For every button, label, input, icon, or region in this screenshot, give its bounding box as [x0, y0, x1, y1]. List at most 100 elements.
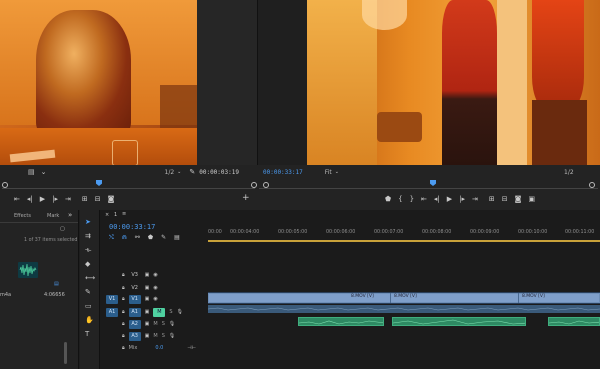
settings-wrench-icon[interactable]: ✎ — [189, 168, 195, 176]
menu-icon[interactable]: ▤ — [28, 168, 35, 176]
track-label-v2[interactable]: V2 — [129, 284, 141, 293]
sequence-menu-icon[interactable]: ≡ — [122, 211, 126, 217]
lock-icon[interactable]: 🔒︎ — [122, 345, 125, 351]
add-button-icon[interactable]: + — [242, 193, 250, 203]
sequence-icon[interactable]: ▤ — [54, 281, 59, 287]
camera-icon[interactable]: ◙ — [108, 195, 115, 203]
source-zoom[interactable]: 1/2 — [165, 169, 175, 176]
go-to-in-icon[interactable]: ⇤ — [14, 195, 20, 203]
project-scrollbar[interactable] — [64, 342, 67, 364]
nest-icon[interactable]: ⤭ — [109, 234, 114, 242]
camera-icon[interactable]: ◙ — [515, 195, 522, 203]
new-bin-icon[interactable]: ▢ — [60, 226, 65, 232]
ripple-edit-icon[interactable]: ⟛ — [85, 246, 91, 255]
compare-icon[interactable]: ▣ — [528, 195, 535, 203]
solo-button[interactable]: S — [162, 321, 165, 327]
eye-icon[interactable]: ◉ — [153, 296, 157, 302]
lock-icon[interactable]: 🔒︎ — [122, 272, 125, 278]
chevron-down-icon[interactable]: ⌄ — [177, 169, 181, 175]
type-tool-icon[interactable]: T — [85, 330, 89, 338]
microphone-icon[interactable]: 🎙︎ — [169, 321, 175, 327]
selection-tool-icon[interactable]: ➤ — [85, 218, 91, 226]
audio-clip[interactable] — [392, 317, 526, 326]
microphone-icon[interactable]: 🎙︎ — [169, 333, 175, 339]
eye-icon[interactable]: ◉ — [153, 272, 157, 278]
program-playhead-icon[interactable] — [430, 180, 436, 186]
step-back-icon[interactable]: ◂| — [434, 195, 440, 203]
sync-lock-icon[interactable]: ▣ — [145, 333, 150, 339]
track-label-a1[interactable]: A1 — [128, 307, 141, 317]
program-scrub-handle-right[interactable] — [589, 182, 595, 188]
mute-button[interactable]: M — [153, 307, 166, 317]
audio-clip[interactable] — [548, 317, 600, 326]
lift-icon[interactable]: ⊞ — [489, 195, 495, 203]
audio-clip-a1[interactable] — [208, 305, 600, 313]
captions-icon[interactable]: ▤ — [174, 234, 180, 242]
mark-in-icon[interactable]: { — [398, 195, 402, 203]
sync-lock-icon[interactable]: ▣ — [145, 285, 150, 291]
program-scrub-handle-left[interactable] — [263, 182, 269, 188]
video-clip[interactable]: 8.MOV [V] — [518, 293, 600, 303]
microphone-icon[interactable]: 🎙︎ — [177, 309, 183, 315]
expand-panels-icon[interactable]: » — [68, 211, 72, 219]
linked-selection-icon[interactable]: ⚯ — [135, 234, 140, 242]
solo-button[interactable]: S — [162, 333, 165, 339]
lock-icon[interactable]: 🔒︎ — [122, 333, 125, 339]
video-clip[interactable]: 8.MOV [V] — [348, 293, 390, 303]
marker-icon[interactable]: ⬟ — [385, 195, 391, 203]
track-label-a2[interactable]: A2 — [128, 319, 141, 329]
timeline-timecode[interactable]: 00:00:33:17 — [109, 223, 155, 231]
sequence-tab[interactable]: 1 — [114, 212, 117, 218]
hand-tool-icon[interactable]: ✋ — [85, 316, 94, 324]
go-to-in-icon[interactable]: ⇤ — [421, 195, 427, 203]
source-scrub-handle-left[interactable] — [2, 182, 8, 188]
mute-button[interactable]: M — [153, 321, 157, 327]
program-timecode[interactable]: 00:00:33:17 — [263, 169, 303, 176]
step-forward-icon[interactable]: |▸ — [52, 195, 58, 203]
go-to-out-icon[interactable]: ⇥ — [65, 195, 71, 203]
step-back-icon[interactable]: ◂| — [27, 195, 33, 203]
source-scrubber[interactable] — [2, 179, 257, 189]
snap-icon[interactable]: ⋒ — [122, 234, 127, 242]
insert-icon[interactable]: ⊞ — [82, 195, 88, 203]
chevron-down-icon[interactable]: ⌄ — [335, 169, 339, 175]
eye-icon[interactable]: ◉ — [153, 285, 157, 291]
source-patch-v1[interactable]: V1 — [106, 294, 118, 304]
program-fit[interactable]: Fit — [325, 169, 332, 176]
slip-tool-icon[interactable]: ⟷ — [85, 274, 95, 282]
lock-icon[interactable]: 🔒︎ — [122, 321, 125, 327]
razor-tool-icon[interactable]: ◆ — [85, 260, 90, 268]
sync-lock-icon[interactable]: ▣ — [145, 296, 150, 302]
mute-button[interactable]: M — [153, 333, 157, 339]
video-clip[interactable]: 8.MOV [V] — [390, 293, 516, 303]
track-label-a3[interactable]: A3 — [128, 331, 141, 341]
sync-lock-icon[interactable]: ▣ — [145, 272, 150, 278]
tab-markers[interactable]: Mark — [47, 213, 59, 219]
track-label-v1[interactable]: V1 — [128, 294, 141, 304]
sync-lock-icon[interactable]: ▣ — [145, 321, 150, 327]
program-scrubber[interactable] — [259, 179, 598, 189]
close-sequence-icon[interactable]: × — [105, 212, 109, 218]
work-area-bar[interactable] — [208, 240, 600, 242]
source-patch-a1[interactable]: A1 — [106, 307, 118, 317]
wrench-icon[interactable]: ⌄ — [41, 168, 47, 176]
extract-icon[interactable]: ⊟ — [502, 195, 508, 203]
sync-lock-icon[interactable]: ▣ — [145, 309, 150, 315]
mix-end-icon[interactable]: ⊣⊢ — [187, 345, 196, 351]
mix-value[interactable]: 0.0 — [155, 345, 163, 351]
pen-tool-icon[interactable]: ✎ — [85, 288, 91, 296]
overwrite-icon[interactable]: ⊟ — [95, 195, 101, 203]
source-timecode[interactable]: 00:00:03:19 — [199, 169, 239, 176]
audio-clip[interactable] — [298, 317, 384, 326]
add-marker-icon[interactable]: ⬟ — [148, 234, 153, 242]
program-zoom[interactable]: 1/2 — [564, 169, 574, 176]
step-forward-icon[interactable]: |▸ — [459, 195, 465, 203]
play-icon[interactable]: ▶ — [447, 195, 452, 203]
source-playhead-icon[interactable] — [96, 180, 102, 186]
play-icon[interactable]: ▶ — [40, 195, 45, 203]
lock-icon[interactable]: 🔒︎ — [122, 296, 125, 302]
track-label-v3[interactable]: V3 — [129, 271, 141, 280]
track-select-icon[interactable]: ⇉ — [85, 232, 91, 240]
go-to-out-icon[interactable]: ⇥ — [472, 195, 478, 203]
tab-effects[interactable]: Effects — [14, 213, 31, 219]
